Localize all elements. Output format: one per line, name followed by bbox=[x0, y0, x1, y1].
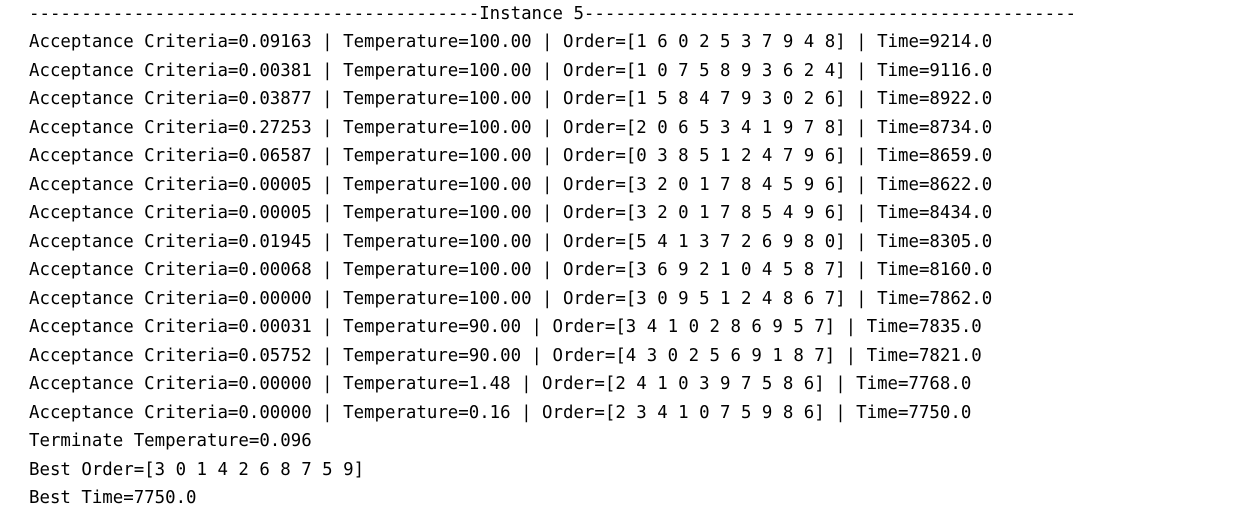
console-output: ----------------------------------------… bbox=[0, 0, 1244, 512]
log-line: Acceptance Criteria=0.06587 | Temperatur… bbox=[29, 146, 993, 166]
log-line: Acceptance Criteria=0.00000 | Temperatur… bbox=[29, 403, 972, 423]
log-line: Acceptance Criteria=0.03877 | Temperatur… bbox=[29, 89, 993, 109]
best-order: Best Order=[3 0 1 4 2 6 8 7 5 9] bbox=[29, 460, 365, 480]
log-line: Acceptance Criteria=0.00000 | Temperatur… bbox=[29, 374, 972, 394]
log-line: Acceptance Criteria=0.00000 | Temperatur… bbox=[29, 289, 993, 309]
instance-header: ----------------------------------------… bbox=[29, 4, 1077, 24]
best-time: Best Time=7750.0 bbox=[29, 488, 197, 508]
log-line: Acceptance Criteria=0.01945 | Temperatur… bbox=[29, 232, 993, 252]
log-line: Acceptance Criteria=0.00005 | Temperatur… bbox=[29, 203, 993, 223]
log-line: Acceptance Criteria=0.09163 | Temperatur… bbox=[29, 32, 993, 52]
log-line: Acceptance Criteria=0.00068 | Temperatur… bbox=[29, 260, 993, 280]
log-line: Acceptance Criteria=0.27253 | Temperatur… bbox=[29, 118, 993, 138]
log-line: Acceptance Criteria=0.00381 | Temperatur… bbox=[29, 61, 993, 81]
log-line: Acceptance Criteria=0.05752 | Temperatur… bbox=[29, 346, 982, 366]
log-line: Acceptance Criteria=0.00031 | Temperatur… bbox=[29, 317, 982, 337]
terminate-temperature: Terminate Temperature=0.096 bbox=[29, 431, 312, 451]
log-line: Acceptance Criteria=0.00005 | Temperatur… bbox=[29, 175, 993, 195]
